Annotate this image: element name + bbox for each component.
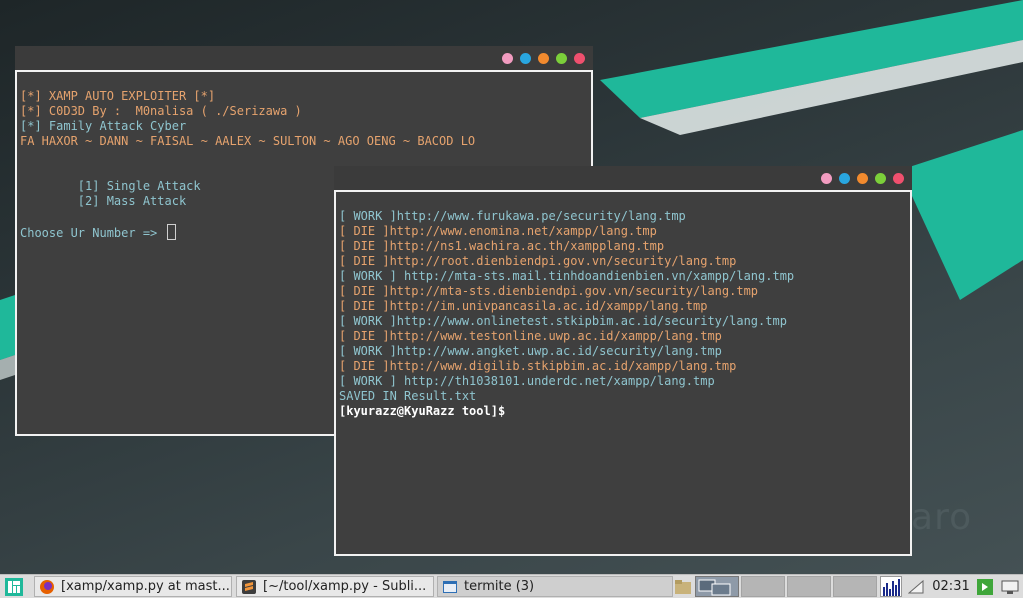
task-label: [~/tool/xamp.py - Subli...	[263, 579, 427, 594]
workspace-2[interactable]	[741, 576, 785, 597]
task-label: [xamp/xamp.py at mast...	[61, 579, 230, 594]
terminal-line: FA HAXOR ~ DANN ~ FAISAL ~ AALEX ~ SULTO…	[20, 134, 476, 148]
blue-dot-icon[interactable]	[520, 53, 531, 64]
terminal-line: [ DIE ]http://mta-sts.dienbiendpi.gov.vn…	[339, 284, 759, 298]
pink-dot-icon[interactable]	[821, 173, 832, 184]
green-dot-icon[interactable]	[875, 173, 886, 184]
close-dot-icon[interactable]	[893, 173, 904, 184]
shell-prompt-dir: tool	[461, 404, 491, 418]
folder-icon	[675, 579, 691, 594]
blue-dot-icon[interactable]	[839, 173, 850, 184]
terminal-line: [*] C0D3D By : M0nalisa ( ./Serizawa )	[20, 104, 302, 118]
cpu-monitor[interactable]	[880, 576, 902, 597]
terminal-line: [ DIE ]http://www.digilib.stkipbim.ac.id…	[339, 359, 737, 373]
orange-dot-icon[interactable]	[538, 53, 549, 64]
window-titlebar[interactable]	[334, 166, 912, 190]
terminal-line: [ WORK ]http://www.onlinetest.stkipbim.a…	[339, 314, 787, 328]
close-dot-icon[interactable]	[574, 53, 585, 64]
window-controls	[821, 173, 904, 184]
shell-prompt-end: ]$	[490, 404, 506, 418]
window-titlebar[interactable]	[15, 46, 593, 70]
text-cursor[interactable]	[166, 224, 176, 240]
workspace-4[interactable]	[833, 576, 877, 597]
terminal-line: [*] Family Attack Cyber	[20, 119, 187, 133]
workspace-preview-icon	[698, 579, 731, 595]
workspace-3[interactable]	[787, 576, 831, 597]
terminal-line: [ DIE ]http://root.dienbiendpi.gov.vn/se…	[339, 254, 737, 268]
system-tray-button[interactable]	[999, 576, 1021, 597]
terminal-line: [ WORK ]http://www.angket.uwp.ac.id/secu…	[339, 344, 722, 358]
green-dot-icon[interactable]	[556, 53, 567, 64]
firefox-icon	[40, 579, 54, 594]
terminal-line: [*] XAMP AUTO EXPLOITER [*]	[20, 89, 216, 103]
shell-prompt-user: [kyurazz@KyuRazz	[339, 404, 462, 418]
terminal-line: [ WORK ]http://www.furukawa.pe/security/…	[339, 209, 686, 223]
terminal-line: [ WORK ] http://mta-sts.mail.tinhdoandie…	[339, 269, 795, 283]
terminal-output[interactable]: [ WORK ]http://www.furukawa.pe/security/…	[334, 190, 912, 556]
logout-icon	[977, 578, 993, 595]
menu-button[interactable]	[2, 576, 26, 597]
terminal-line: [ DIE ]http://www.testonline.uwp.ac.id/x…	[339, 329, 722, 343]
task-label: termite (3)	[464, 579, 535, 594]
terminal-lines: [ WORK ]http://www.furukawa.pe/security/…	[339, 209, 907, 404]
manjaro-logo-icon	[5, 577, 23, 596]
terminal-line: [ WORK ] http://th1038101.underdc.net/xa…	[339, 374, 715, 388]
volume-button[interactable]	[906, 576, 926, 597]
terminal-line: [ DIE ]http://im.univpancasila.ac.id/xam…	[339, 299, 708, 313]
taskbar-task-sublime[interactable]: [~/tool/xamp.py - Subli...	[236, 576, 434, 597]
taskbar-task-termite[interactable]: termite (3)	[437, 576, 673, 597]
network-icon	[1001, 580, 1019, 594]
terminal-window-results[interactable]: [ WORK ]http://www.furukawa.pe/security/…	[334, 166, 912, 556]
pink-dot-icon[interactable]	[502, 53, 513, 64]
terminal-icon	[443, 580, 457, 593]
menu-prompt: Choose Ur Number =>	[20, 226, 165, 240]
taskbar: [xamp/xamp.py at mast... [~/tool/xamp.py…	[0, 574, 1023, 598]
taskbar-task-firefox[interactable]: [xamp/xamp.py at mast...	[34, 576, 232, 597]
workspace-1[interactable]	[695, 576, 739, 597]
terminal-line: SAVED IN Result.txt	[339, 389, 477, 403]
orange-dot-icon[interactable]	[857, 173, 868, 184]
cpu-graph-icon	[883, 579, 900, 596]
volume-icon	[908, 579, 924, 593]
window-controls	[502, 53, 585, 64]
logout-button[interactable]	[975, 576, 995, 597]
clock[interactable]: 02:31	[931, 576, 971, 597]
terminal-line: [ DIE ]http://www.enomina.net/xampp/lang…	[339, 224, 657, 238]
file-manager-button[interactable]	[673, 576, 693, 597]
sublime-icon	[242, 579, 256, 594]
terminal-line: [ DIE ]http://ns1.wachira.ac.th/xampplan…	[339, 239, 665, 253]
